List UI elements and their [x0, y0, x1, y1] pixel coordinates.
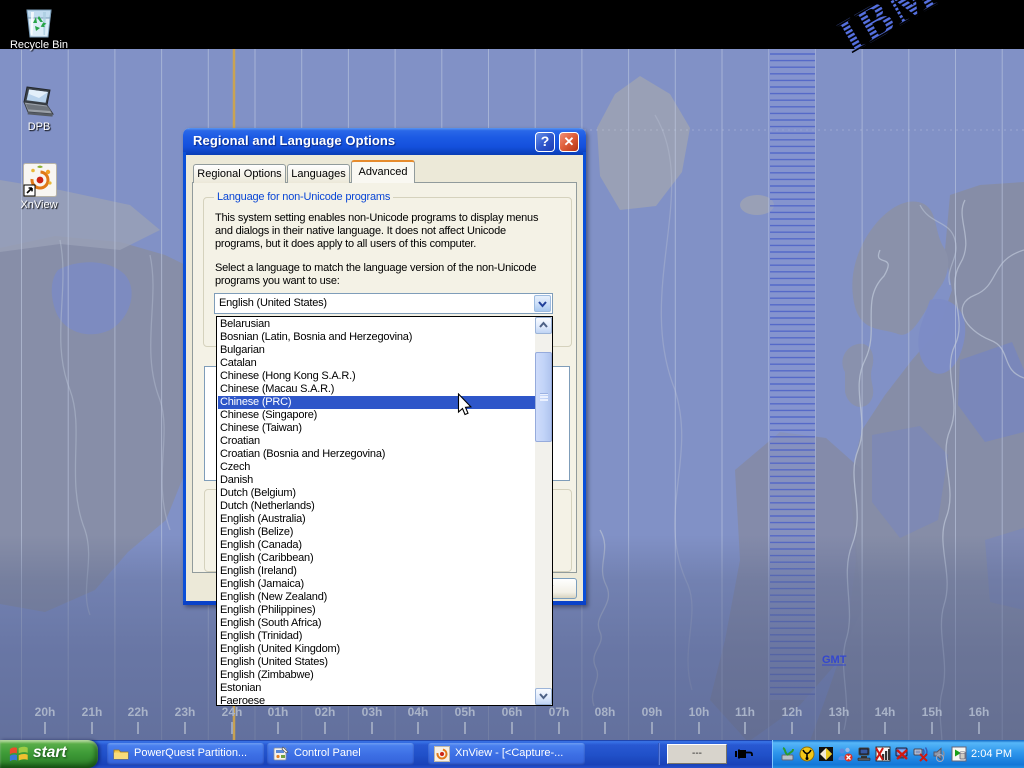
svg-text:14h: 14h	[875, 705, 896, 719]
svg-text:23h: 23h	[175, 705, 196, 719]
svg-text:20h: 20h	[35, 705, 56, 719]
svg-text:08h: 08h	[595, 705, 616, 719]
svg-text:10h: 10h	[689, 705, 710, 719]
svg-text:22h: 22h	[128, 705, 149, 719]
svg-text:13h: 13h	[829, 705, 850, 719]
svg-text:07h: 07h	[549, 705, 570, 719]
svg-text:11h: 11h	[735, 705, 755, 719]
svg-text:09h: 09h	[642, 705, 663, 719]
svg-text:15h: 15h	[922, 705, 943, 719]
svg-text:GMT: GMT	[822, 654, 847, 666]
svg-text:21h: 21h	[82, 705, 103, 719]
svg-text:12h: 12h	[782, 705, 803, 719]
svg-text:16h: 16h	[969, 705, 990, 719]
